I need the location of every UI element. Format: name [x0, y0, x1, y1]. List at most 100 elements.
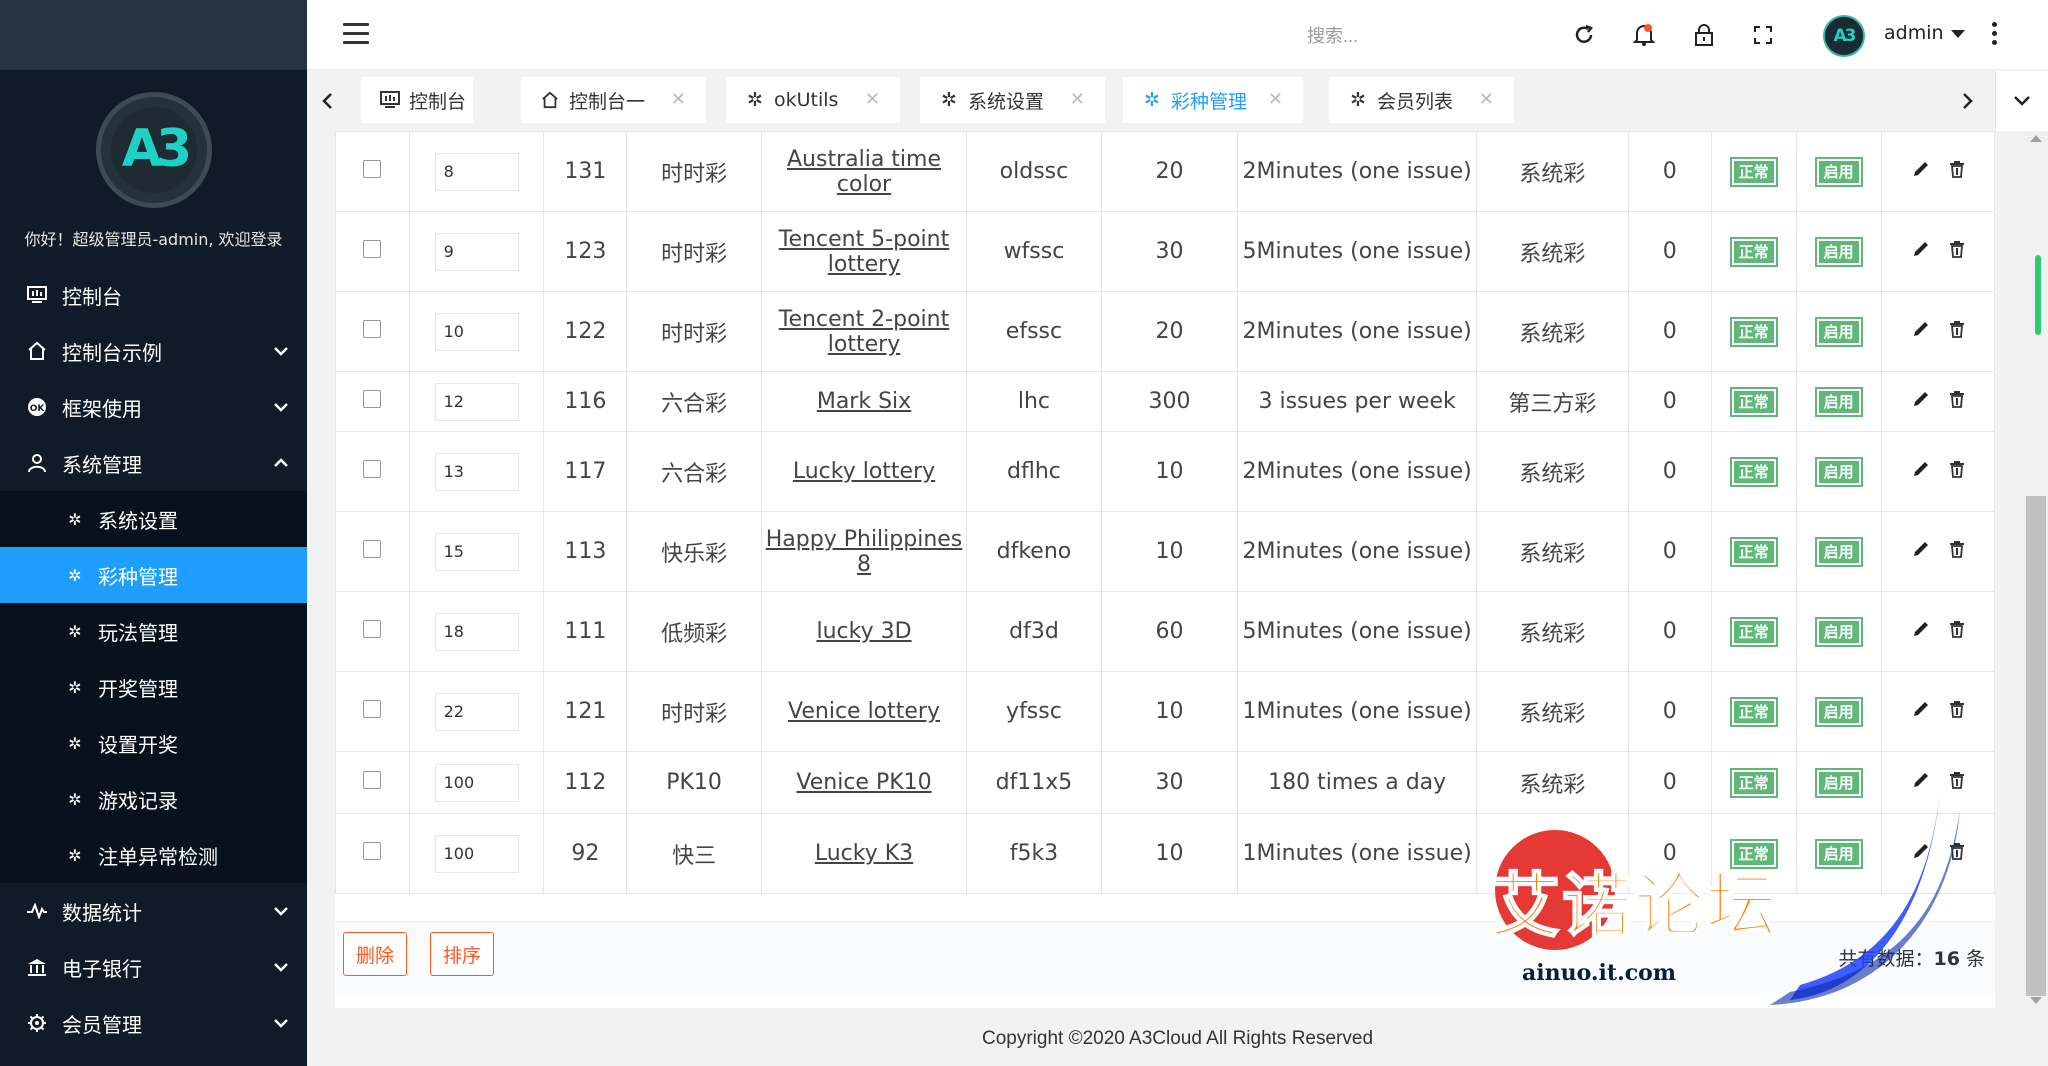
lottery-name-link[interactable]: Tencent 2-point lottery [779, 307, 949, 357]
status-badge[interactable]: 正常 [1729, 697, 1778, 727]
sidebar-item-play-methods[interactable]: ✲ 玩法管理 [0, 603, 307, 659]
row-checkbox[interactable] [363, 160, 382, 178]
sidebar-item-system[interactable]: 系统管理 [0, 435, 307, 491]
lottery-name-link[interactable]: Lucky lottery [793, 459, 935, 484]
edit-icon[interactable] [1911, 770, 1931, 796]
lottery-name-link[interactable]: Happy Philippines 8 [766, 527, 963, 577]
status-badge[interactable]: 正常 [1729, 768, 1778, 798]
row-checkbox[interactable] [363, 700, 382, 718]
menu-toggle-icon[interactable] [343, 23, 369, 45]
enabled-badge[interactable]: 启用 [1814, 237, 1863, 267]
trash-icon[interactable] [1949, 389, 1965, 414]
trash-icon[interactable] [1949, 159, 1965, 184]
tab-scroll-right[interactable] [1948, 71, 1988, 131]
trash-icon[interactable] [1949, 699, 1965, 724]
lottery-name-link[interactable]: Australia time color [787, 147, 941, 197]
status-badge[interactable]: 正常 [1729, 457, 1778, 487]
avatar[interactable]: A3 [1823, 15, 1865, 57]
edit-icon[interactable] [1911, 619, 1931, 645]
sidebar-item-lottery-types[interactable]: ✲ 彩种管理 [0, 547, 307, 603]
tab-system-settings[interactable]: ✲ 系统设置 ✕ [920, 77, 1105, 123]
sort-order-input[interactable] [434, 312, 519, 351]
sidebar-item-system-settings[interactable]: ✲ 系统设置 [0, 491, 307, 547]
lottery-name-link[interactable]: Mark Six [817, 389, 911, 414]
sort-order-input[interactable] [434, 152, 519, 191]
sidebar-item-statistics[interactable]: 数据统计 [0, 883, 307, 939]
more-icon[interactable] [1992, 22, 1998, 49]
close-icon[interactable]: ✕ [1479, 89, 1494, 110]
status-badge[interactable]: 正常 [1729, 157, 1778, 187]
status-badge[interactable]: 正常 [1729, 617, 1778, 647]
enabled-badge[interactable]: 启用 [1814, 317, 1863, 347]
enabled-badge[interactable]: 启用 [1814, 839, 1863, 869]
sidebar-item-set-draw[interactable]: ✲ 设置开奖 [0, 715, 307, 771]
lottery-name-link[interactable]: Venice lottery [788, 699, 940, 724]
close-icon[interactable]: ✕ [671, 89, 686, 110]
edit-icon[interactable] [1911, 239, 1931, 265]
lottery-name-link[interactable]: Lucky K3 [815, 841, 913, 866]
refresh-icon[interactable] [1569, 20, 1599, 50]
close-icon[interactable]: ✕ [1268, 89, 1283, 110]
close-icon[interactable]: ✕ [865, 89, 880, 110]
status-badge[interactable]: 正常 [1729, 839, 1778, 869]
trash-icon[interactable] [1949, 319, 1965, 344]
sidebar-item-bet-anomaly[interactable]: ✲ 注单异常检测 [0, 827, 307, 883]
edit-icon[interactable] [1911, 699, 1931, 725]
sort-order-input[interactable] [434, 834, 519, 873]
close-icon[interactable]: ✕ [1070, 89, 1085, 110]
tab-dashboard[interactable]: 控制台 [361, 77, 473, 123]
tab-dashboard-one[interactable]: 控制台一 ✕ [521, 77, 706, 123]
sort-order-input[interactable] [434, 232, 519, 271]
trash-icon[interactable] [1949, 770, 1965, 795]
row-checkbox[interactable] [363, 390, 382, 408]
search-input[interactable] [1307, 22, 1477, 50]
row-checkbox[interactable] [363, 771, 382, 789]
enabled-badge[interactable]: 启用 [1814, 617, 1863, 647]
enabled-badge[interactable]: 启用 [1814, 457, 1863, 487]
row-checkbox[interactable] [363, 842, 382, 860]
lock-icon[interactable] [1689, 20, 1719, 50]
sidebar-item-dashboard-examples[interactable]: 控制台示例 [0, 323, 307, 379]
username[interactable]: admin [1884, 22, 1944, 44]
sidebar-item-game-records[interactable]: ✲ 游戏记录 [0, 771, 307, 827]
trash-icon[interactable] [1949, 239, 1965, 264]
edit-icon[interactable] [1911, 459, 1931, 485]
trash-icon[interactable] [1949, 459, 1965, 484]
sidebar-item-draw-management[interactable]: ✲ 开奖管理 [0, 659, 307, 715]
enabled-badge[interactable]: 启用 [1814, 387, 1863, 417]
sidebar-item-framework[interactable]: OK 框架使用 [0, 379, 307, 435]
status-badge[interactable]: 正常 [1729, 237, 1778, 267]
edit-icon[interactable] [1911, 159, 1931, 185]
edit-icon[interactable] [1911, 319, 1931, 345]
sort-order-input[interactable] [434, 763, 519, 802]
sidebar-item-ebank[interactable]: 电子银行 [0, 939, 307, 995]
lottery-name-link[interactable]: Tencent 5-point lottery [779, 227, 949, 277]
sort-order-input[interactable] [434, 612, 519, 651]
row-checkbox[interactable] [363, 460, 382, 478]
enabled-badge[interactable]: 启用 [1814, 157, 1863, 187]
caret-down-icon[interactable] [1951, 30, 1965, 38]
sort-order-input[interactable] [434, 692, 519, 731]
sidebar-item-dashboard[interactable]: 控制台 [0, 267, 307, 323]
tab-dropdown-button[interactable] [1995, 71, 2048, 131]
row-checkbox[interactable] [363, 320, 382, 338]
row-checkbox[interactable] [363, 240, 382, 258]
trash-icon[interactable] [1949, 619, 1965, 644]
status-badge[interactable]: 正常 [1729, 537, 1778, 567]
scrollbar-thumb[interactable] [2026, 496, 2046, 996]
enabled-badge[interactable]: 启用 [1814, 697, 1863, 727]
edit-icon[interactable] [1911, 389, 1931, 415]
tab-lottery-types[interactable]: ✲ 彩种管理 ✕ [1123, 77, 1303, 123]
sort-button[interactable]: 排序 [430, 932, 495, 976]
tab-okutils[interactable]: ✲ okUtils ✕ [726, 77, 900, 123]
sort-order-input[interactable] [434, 452, 519, 491]
trash-icon[interactable] [1949, 841, 1965, 866]
lottery-name-link[interactable]: lucky 3D [816, 619, 911, 644]
status-badge[interactable]: 正常 [1729, 317, 1778, 347]
edit-icon[interactable] [1911, 841, 1931, 867]
lottery-name-link[interactable]: Venice PK10 [796, 770, 931, 795]
fullscreen-icon[interactable] [1748, 20, 1778, 50]
sort-order-input[interactable] [434, 382, 519, 421]
edit-icon[interactable] [1911, 539, 1931, 565]
row-checkbox[interactable] [363, 540, 382, 558]
